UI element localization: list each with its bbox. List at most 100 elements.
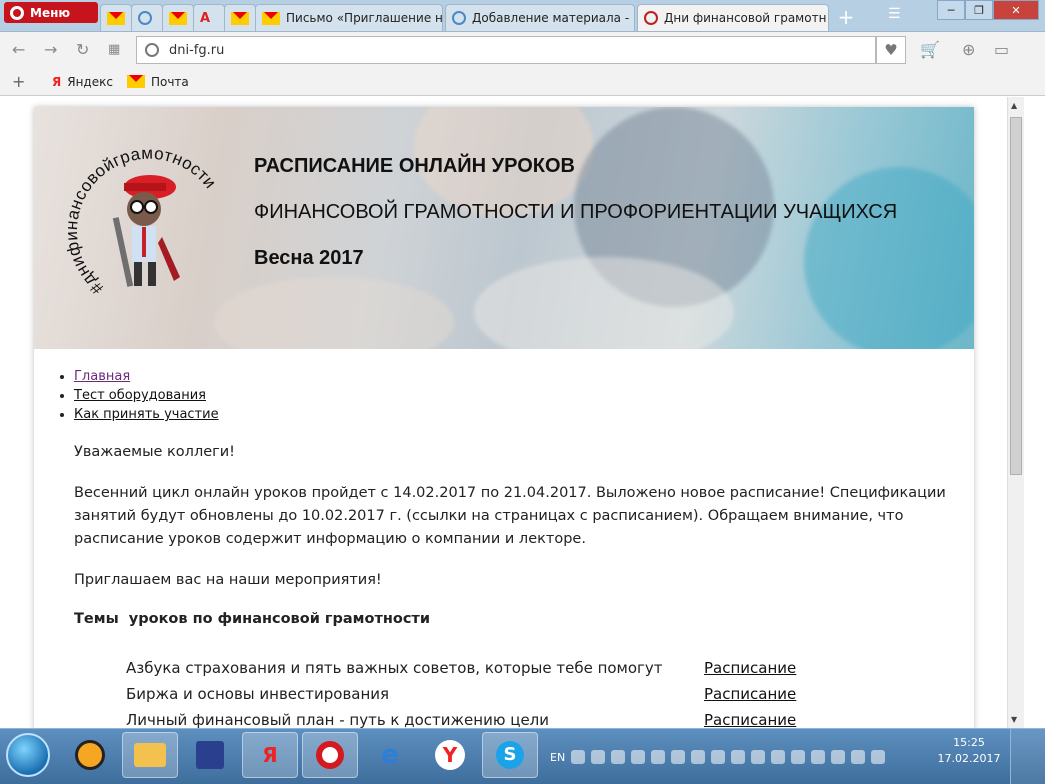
mail-icon: [126, 75, 145, 88]
mail-icon: [107, 11, 125, 25]
opera-icon[interactable]: [302, 732, 358, 778]
opera-menu-button[interactable]: Меню: [4, 2, 98, 23]
language-indicator[interactable]: EN: [550, 751, 565, 764]
clock-date: 17.02.2017: [937, 752, 1001, 765]
tab-dni-fg[interactable]: Дни финансовой грамотн ✕: [637, 4, 829, 31]
internet-explorer-icon[interactable]: e: [362, 732, 418, 778]
bluetooth-icon[interactable]: [711, 750, 726, 764]
mail-icon: [262, 11, 280, 25]
tab-menu-icon[interactable]: ☰: [888, 6, 901, 22]
tray-icon[interactable]: [811, 750, 826, 764]
site-nav: Главная Тест оборудования Как принять уч…: [74, 367, 219, 424]
speed-dial-icon[interactable]: ▦: [108, 42, 120, 57]
site-info-icon[interactable]: [145, 43, 159, 57]
nav-link-participation[interactable]: Как принять участие: [74, 407, 219, 422]
section-title: Темы уроков по финансовой грамотности: [74, 611, 431, 627]
clock[interactable]: 15:25 17.02.2017: [934, 735, 1004, 767]
tray-icon[interactable]: [691, 750, 706, 764]
tray-icon[interactable]: [611, 750, 626, 764]
tab-alfa[interactable]: A: [193, 4, 225, 31]
url-text: dni-fg.ru: [169, 42, 225, 58]
header-banner: #днифинансовойграмотности РАСПИСАНИЕ ОНЛ…: [34, 107, 974, 349]
schedule-link[interactable]: Расписание: [704, 659, 796, 677]
tab-mail-1[interactable]: [100, 4, 132, 31]
show-desktop-button[interactable]: [1010, 729, 1045, 784]
menu-label: Меню: [30, 5, 71, 20]
bookmark-label: Яндекс: [67, 74, 113, 89]
skype-icon[interactable]: S: [482, 732, 538, 778]
tray-icon[interactable]: [791, 750, 806, 764]
forward-icon[interactable]: →: [44, 40, 57, 59]
network-icon[interactable]: [831, 750, 846, 764]
mail-icon: [231, 11, 249, 25]
tab-label: Дни финансовой грамотн: [664, 11, 827, 25]
volume-icon[interactable]: [651, 750, 666, 764]
tray-icon[interactable]: [731, 750, 746, 764]
navigation-bar: ← → ↻ ▦ dni-fg.ru ♥ 🛒 ⊕ ▭: [0, 32, 1045, 68]
tray-icon[interactable]: [671, 750, 686, 764]
help-icon[interactable]: [571, 750, 586, 764]
lesson-name: Биржа и основы инвестирования: [126, 685, 390, 703]
bookmark-heart-icon[interactable]: ♥: [876, 36, 906, 64]
close-window-button[interactable]: ✕: [993, 0, 1039, 20]
banner-title-line1: РАСПИСАНИЕ ОНЛАЙН УРОКОВ: [254, 155, 575, 177]
nav-link-equipment-test[interactable]: Тест оборудования: [74, 388, 206, 403]
tray-icon[interactable]: [851, 750, 866, 764]
tab-bar: Меню A Письмо «Приглашение н ✕ Добавлени…: [0, 0, 1045, 32]
scroll-thumb[interactable]: [1010, 117, 1022, 475]
schedule-link[interactable]: Расписание: [704, 711, 796, 728]
explorer-icon[interactable]: [122, 732, 178, 778]
tray-icon[interactable]: [631, 750, 646, 764]
tab-mail-2[interactable]: [162, 4, 194, 31]
flag-icon[interactable]: [751, 750, 766, 764]
lesson-row: Азбука страхования и пять важных советов…: [126, 655, 926, 681]
lesson-row: Личный финансовый план - путь к достижен…: [126, 707, 926, 728]
nav-item-equipment-test: Тест оборудования: [74, 386, 219, 405]
download-icon[interactable]: ⊕: [962, 40, 975, 59]
nav-item-home: Главная: [74, 367, 219, 386]
banner-season: Весна 2017: [254, 247, 364, 269]
bookmark-label: Почта: [150, 74, 189, 89]
start-button[interactable]: [6, 733, 50, 777]
tray-icon[interactable]: [871, 750, 886, 764]
avast-icon[interactable]: [62, 732, 118, 778]
site-icon: [452, 11, 466, 25]
scroll-down-icon[interactable]: ▼: [1011, 715, 1017, 724]
mascot-icon: [112, 175, 180, 287]
yandex-browser-icon[interactable]: Я: [242, 732, 298, 778]
cart-icon[interactable]: 🛒: [920, 40, 940, 59]
nav-item-participation: Как принять участие: [74, 405, 219, 424]
minimize-button[interactable]: ─: [937, 0, 965, 20]
logo: #днифинансовойграмотности: [62, 144, 220, 299]
back-icon[interactable]: ←: [12, 40, 25, 59]
tray-icon[interactable]: [591, 750, 606, 764]
battery-icon[interactable]: ▭: [994, 40, 1009, 59]
bookmarks-bar: + Я Яндекс Почта: [0, 68, 1045, 96]
tab-mail-3[interactable]: [224, 4, 256, 31]
vertical-scrollbar[interactable]: ▲ ▼: [1007, 97, 1024, 728]
bookmark-mail[interactable]: Почта: [126, 74, 189, 89]
system-tray: EN: [550, 729, 886, 784]
scroll-up-icon[interactable]: ▲: [1011, 101, 1017, 110]
schedule-link[interactable]: Расписание: [704, 685, 796, 703]
tab-letter[interactable]: Письмо «Приглашение н ✕: [255, 4, 443, 31]
nav-link-home[interactable]: Главная: [74, 369, 130, 384]
bookmark-yandex[interactable]: Я Яндекс: [52, 75, 113, 89]
battery-icon[interactable]: [771, 750, 786, 764]
maximize-button[interactable]: ❐: [965, 0, 993, 20]
yandex-icon[interactable]: Y: [422, 732, 478, 778]
save-app-icon[interactable]: [182, 732, 238, 778]
page-viewport: #днифинансовойграмотности РАСПИСАНИЕ ОНЛ…: [0, 97, 1024, 728]
lesson-name: Личный финансовый план - путь к достижен…: [126, 711, 550, 728]
add-bookmark-icon[interactable]: +: [12, 72, 38, 91]
announcement-paragraph: Весенний цикл онлайн уроков пройдет с 14…: [74, 485, 946, 547]
tab-site-1[interactable]: [131, 4, 163, 31]
page-container: #днифинансовойграмотности РАСПИСАНИЕ ОНЛ…: [34, 107, 974, 728]
greeting: Уважаемые коллеги!: [74, 444, 235, 460]
lesson-row: Биржа и основы инвестирования Расписание: [126, 681, 926, 707]
tab-add-material[interactable]: Добавление материала - ✕: [445, 4, 635, 31]
reload-icon[interactable]: ↻: [76, 40, 89, 59]
tab-label: Письмо «Приглашение н: [286, 11, 443, 25]
new-tab-button[interactable]: +: [833, 6, 859, 28]
address-bar[interactable]: dni-fg.ru: [136, 36, 876, 64]
